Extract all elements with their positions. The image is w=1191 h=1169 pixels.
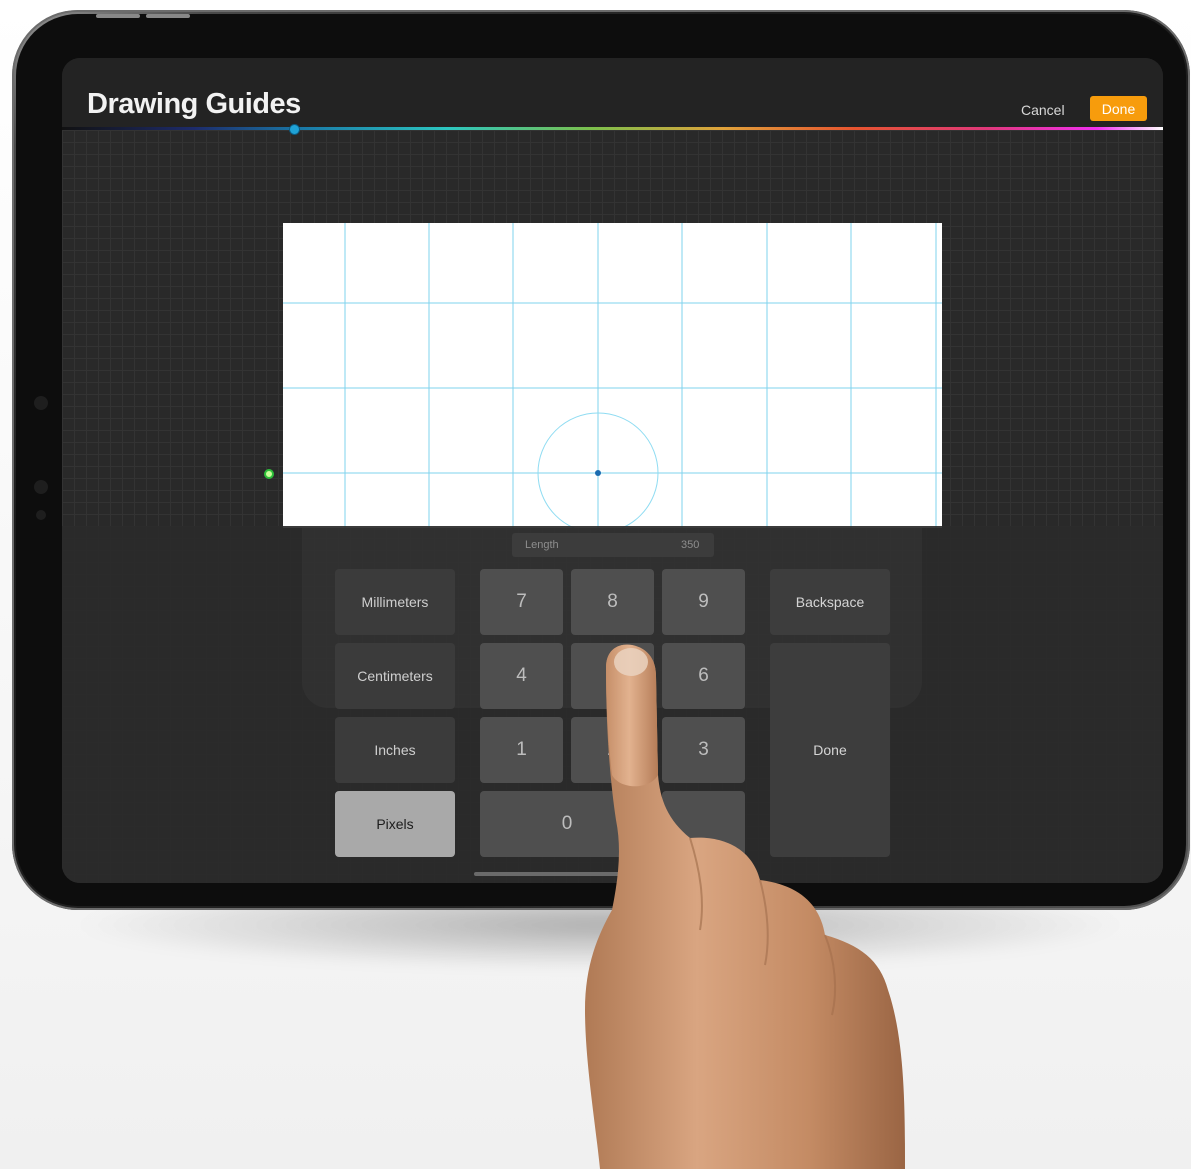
top-bar: Drawing Guides Cancel Done: [62, 58, 1163, 130]
hue-slider-handle[interactable]: [289, 124, 300, 135]
keypad-done-button[interactable]: Done: [770, 643, 890, 857]
done-button[interactable]: Done: [1090, 96, 1147, 121]
drawing-canvas[interactable]: [283, 223, 942, 528]
unit-pixels-button[interactable]: Pixels: [335, 791, 455, 857]
sensor-dot: [34, 396, 48, 410]
length-value: 350: [681, 539, 700, 551]
key-0[interactable]: 0: [480, 791, 654, 857]
backspace-button[interactable]: Backspace: [770, 569, 890, 635]
length-label: Length: [525, 539, 559, 551]
guide-center-point: [595, 470, 601, 476]
sensor-dot: [34, 480, 48, 494]
sensor-dot: [36, 510, 46, 520]
key-5[interactable]: 5: [571, 643, 654, 709]
grid-guide: [283, 223, 942, 528]
unit-inches-button[interactable]: Inches: [335, 717, 455, 783]
unit-millimeters-button[interactable]: Millimeters: [335, 569, 455, 635]
key-decimal[interactable]: .: [662, 791, 745, 857]
app-screen: Drawing Guides Cancel Done Length 350 Mi…: [62, 58, 1163, 883]
unit-centimeters-button[interactable]: Centimeters: [335, 643, 455, 709]
key-3[interactable]: 3: [662, 717, 745, 783]
ipad-device: Drawing Guides Cancel Done Length 350 Mi…: [12, 10, 1190, 910]
key-9[interactable]: 9: [662, 569, 745, 635]
key-4[interactable]: 4: [480, 643, 563, 709]
key-6[interactable]: 6: [662, 643, 745, 709]
page-title: Drawing Guides: [87, 88, 301, 120]
grid-size-handle[interactable]: [264, 469, 274, 479]
home-indicator: [474, 872, 744, 876]
volume-button: [96, 14, 140, 18]
key-8[interactable]: 8: [571, 569, 654, 635]
key-1[interactable]: 1: [480, 717, 563, 783]
cancel-button[interactable]: Cancel: [1021, 102, 1065, 118]
color-hue-slider[interactable]: [62, 127, 1163, 130]
length-field[interactable]: Length 350: [512, 533, 714, 557]
key-7[interactable]: 7: [480, 569, 563, 635]
volume-button: [146, 14, 190, 18]
key-2[interactable]: 2: [571, 717, 654, 783]
